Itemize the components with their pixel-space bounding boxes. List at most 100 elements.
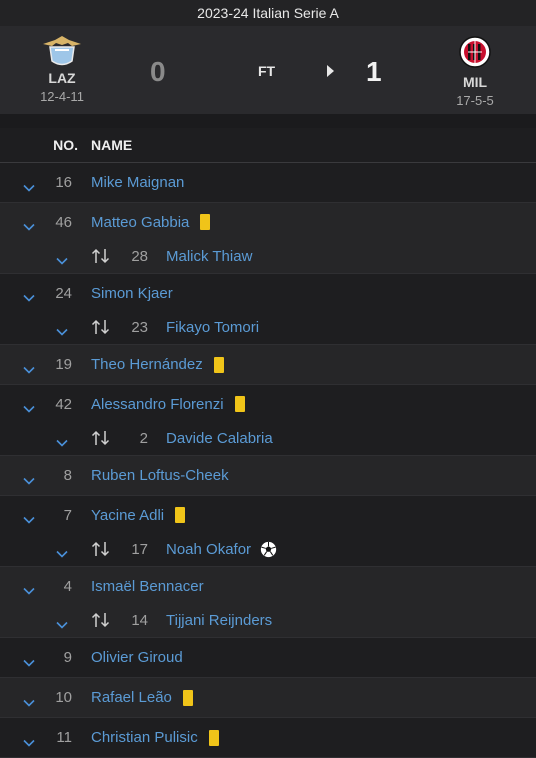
player-row[interactable]: 16 Mike Maignan [0,163,536,202]
player-name-link[interactable]: Alessandro Florenzi [91,396,245,413]
player-name[interactable]: Theo Hernández [91,356,203,373]
substitute-name[interactable]: Davide Calabria [166,430,273,447]
substitute-row[interactable]: 14 Tijjani Reijnders [0,605,536,635]
lazio-logo-icon [43,36,81,66]
player-group: 19 Theo Hernández [0,345,536,385]
substitute-name[interactable]: Tijjani Reijnders [166,612,272,629]
chevron-down-icon[interactable] [23,694,35,707]
substitute-name-link[interactable]: Fikayo Tomori [166,319,259,336]
chevron-down-icon[interactable] [23,734,35,747]
player-name-link[interactable]: Christian Pulisic [91,729,219,746]
yellow-card-icon [200,214,211,230]
substitution-icon [91,430,111,446]
player-number: 7 [63,506,72,524]
chevron-down-icon[interactable] [56,323,68,336]
competition-title: 2023-24 Italian Serie A [197,5,339,21]
player-name-link[interactable]: Theo Hernández [91,356,224,373]
winner-arrow-icon [327,65,334,77]
player-row[interactable]: 46 Matteo Gabbia [0,203,536,241]
player-name-link[interactable]: Ruben Loftus-Cheek [91,467,229,484]
column-name: NAME [91,137,133,153]
away-score: 1 [366,56,382,87]
chevron-down-icon[interactable] [23,218,35,231]
substitution-icon [91,541,111,557]
chevron-down-icon[interactable] [23,654,35,667]
player-number: 9 [63,649,72,666]
substitute-row[interactable]: 28 Malick Thiaw [0,241,536,271]
player-row[interactable]: 24 Simon Kjaer [0,274,536,312]
yellow-card-icon [208,729,219,746]
chevron-down-icon[interactable] [56,616,68,629]
substitution-icon [91,248,111,264]
chevron-down-icon[interactable] [23,582,35,595]
chevron-down-icon[interactable] [23,511,35,524]
player-group: 42 Alessandro Florenzi 2 Davide Calabria [0,385,536,456]
player-name[interactable]: Rafael Leão [91,689,172,706]
player-group: 7 Yacine Adli 17 Noah Okafor [0,496,536,567]
player-name[interactable]: Ruben Loftus-Cheek [91,467,229,484]
player-number: 46 [55,213,72,231]
player-group: 9 Olivier Giroud [0,638,536,678]
chevron-down-icon[interactable] [23,400,35,413]
player-number: 11 [56,729,72,746]
player-name-link[interactable]: Ismaël Bennacer [91,578,204,595]
chevron-down-icon[interactable] [56,252,68,265]
player-row[interactable]: 9 Olivier Giroud [0,638,536,677]
player-name-link[interactable]: Matteo Gabbia [91,214,211,231]
chevron-down-icon[interactable] [23,361,35,374]
player-group: 24 Simon Kjaer 23 Fikayo Tomori [0,274,536,345]
substitute-name-link[interactable]: Malick Thiaw [166,248,252,265]
substitute-name[interactable]: Malick Thiaw [166,248,252,265]
player-name-link[interactable]: Yacine Adli [91,507,186,524]
substitute-name[interactable]: Fikayo Tomori [166,319,259,336]
substitute-name-link[interactable]: Davide Calabria [166,430,273,447]
player-name-link[interactable]: Rafael Leão [91,689,193,706]
player-name-link[interactable]: Olivier Giroud [91,649,183,666]
substitute-number: 28 [131,247,148,265]
yellow-card-icon [175,507,186,523]
player-row[interactable]: 42 Alessandro Florenzi [0,385,536,423]
player-row[interactable]: 19 Theo Hernández [0,345,536,384]
player-name[interactable]: Christian Pulisic [91,729,198,746]
goal-ball-icon [260,541,277,558]
substitute-name-link[interactable]: Noah Okafor [166,541,277,558]
player-name-link[interactable]: Simon Kjaer [91,285,173,302]
substitute-row[interactable]: 23 Fikayo Tomori [0,312,536,342]
player-row[interactable]: 10 Rafael Leão [0,678,536,717]
home-team-abbr: LAZ [48,70,76,86]
substitute-name[interactable]: Noah Okafor [166,541,251,558]
player-name-link[interactable]: Mike Maignan [91,174,184,191]
player-name[interactable]: Yacine Adli [91,507,164,524]
chevron-down-icon[interactable] [23,289,35,302]
chevron-down-icon[interactable] [56,434,68,447]
milan-logo-icon [459,36,491,68]
home-team[interactable]: LAZ 12-4-11 [17,34,107,104]
player-row[interactable]: 11 Christian Pulisic [0,718,536,757]
chevron-down-icon[interactable] [23,472,35,485]
chevron-down-icon[interactable] [56,545,68,558]
player-name[interactable]: Ismaël Bennacer [91,578,204,595]
player-name[interactable]: Alessandro Florenzi [91,396,224,413]
match-status: FT [258,63,276,79]
chevron-down-icon[interactable] [23,179,35,192]
player-name[interactable]: Olivier Giroud [91,649,183,666]
substitute-name-link[interactable]: Tijjani Reijnders [166,612,272,629]
substitute-number: 14 [131,611,148,629]
player-group: 4 Ismaël Bennacer 14 Tijjani Reijnders [0,567,536,638]
player-group: 16 Mike Maignan [0,163,536,203]
player-name[interactable]: Matteo Gabbia [91,214,189,231]
away-team-record: 17-5-5 [456,93,494,108]
player-number: 19 [55,356,72,373]
substitution-icon [91,612,111,628]
substitute-row[interactable]: 17 Noah Okafor [0,534,536,564]
player-row[interactable]: 4 Ismaël Bennacer [0,567,536,605]
substitute-row[interactable]: 2 Davide Calabria [0,423,536,453]
away-team[interactable]: MIL 17-5-5 [430,34,520,108]
player-name[interactable]: Mike Maignan [91,174,184,191]
yellow-card-icon [234,396,245,412]
spacer [0,114,536,128]
player-row[interactable]: 8 Ruben Loftus-Cheek [0,456,536,495]
player-group: 8 Ruben Loftus-Cheek [0,456,536,496]
player-row[interactable]: 7 Yacine Adli [0,496,536,534]
player-name[interactable]: Simon Kjaer [91,285,173,302]
